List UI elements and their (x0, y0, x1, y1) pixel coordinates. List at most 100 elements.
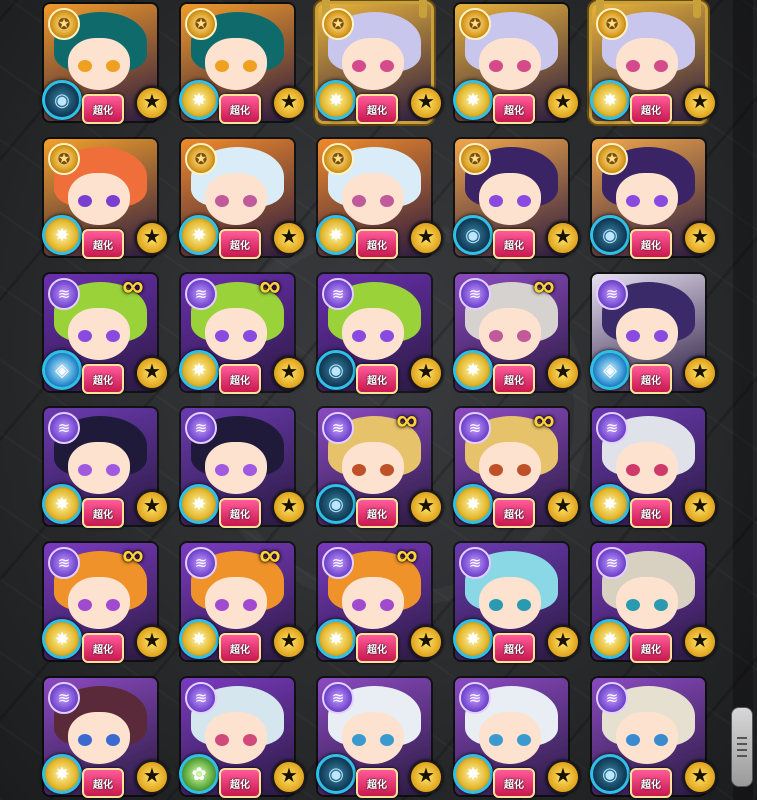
light-element-icon: ✸ (179, 619, 219, 659)
character-eye-left (489, 599, 503, 611)
light-element-icon: ✸ (590, 484, 630, 524)
character-card[interactable]: ≋ ∞ ◉ 超化 ★ (316, 404, 443, 528)
character-eye-right (106, 734, 120, 746)
link-icon: ∞ (533, 270, 555, 303)
character-card[interactable]: ≋ ✸ 超化 ★ (42, 678, 169, 798)
character-eye-left (215, 464, 229, 476)
character-eye-left (626, 734, 640, 746)
link-icon: ∞ (396, 539, 418, 572)
character-eye-right (517, 734, 531, 746)
character-eye-right (380, 330, 394, 342)
star-icon: ★ (272, 221, 306, 255)
star-icon: ★ (409, 625, 443, 659)
star-icon: ★ (683, 760, 717, 794)
character-card[interactable]: ≋ ∞ ✸ 超化 ★ (453, 270, 580, 394)
character-card[interactable]: ≋ ◉ 超化 ★ (316, 274, 443, 394)
character-card[interactable]: ✪ ✸ 超化 ★ (179, 4, 306, 124)
limit-break-badge: 超化 (219, 94, 261, 124)
character-card[interactable]: ✪ ✸ 超化 ★ (316, 0, 443, 124)
character-card[interactable]: ≋ ✸ 超化 ★ (453, 678, 580, 798)
limit-break-badge: 超化 (356, 94, 398, 124)
light-element-icon: ✸ (453, 619, 493, 659)
character-card[interactable]: ✪ ✸ 超化 ★ (316, 139, 443, 259)
character-card[interactable]: ≋ ✸ 超化 ★ (590, 408, 717, 528)
limit-break-badge: 超化 (630, 229, 672, 259)
character-eye-left (352, 330, 366, 342)
limit-break-badge: 超化 (493, 229, 535, 259)
character-card[interactable]: ✪ ✸ 超化 ★ (42, 139, 169, 259)
limit-break-badge: 超化 (82, 364, 124, 394)
character-card[interactable]: ≋ ✸ 超化 ★ (453, 543, 580, 663)
star-icon: ★ (135, 221, 169, 255)
star-icon: ★ (546, 490, 580, 524)
character-card[interactable]: ✪ ◉ 超化 ★ (590, 139, 717, 259)
limit-break-badge: 超化 (630, 633, 672, 663)
character-card[interactable]: ✪ ✸ 超化 ★ (453, 4, 580, 124)
character-eye-right (517, 330, 531, 342)
character-card[interactable]: ≋ ◈ 超化 ★ (590, 274, 717, 394)
link-icon: ∞ (259, 539, 281, 572)
character-eye-left (489, 195, 503, 207)
character-eye-left (78, 599, 92, 611)
character-card[interactable]: ≋ ∞ ✸ 超化 ★ (453, 404, 580, 528)
limit-break-badge: 超化 (493, 633, 535, 663)
limit-break-badge: 超化 (493, 498, 535, 528)
dark-element-icon: ◉ (590, 754, 630, 794)
star-icon: ★ (409, 356, 443, 390)
light-element-icon: ✸ (179, 215, 219, 255)
character-eye-right (380, 599, 394, 611)
character-card[interactable]: ✪ ✸ 超化 ★ (590, 0, 717, 124)
character-card[interactable]: ≋ ∞ ✸ 超化 ★ (179, 270, 306, 394)
medal-icon: ✪ (48, 8, 80, 40)
character-eye-right (654, 599, 668, 611)
limit-break-badge: 超化 (356, 633, 398, 663)
character-eye-right (517, 195, 531, 207)
limit-break-badge: 超化 (630, 768, 672, 798)
character-card[interactable]: ≋ ∞ ✸ 超化 ★ (179, 539, 306, 663)
star-icon: ★ (272, 760, 306, 794)
character-card[interactable]: ≋ ◉ 超化 ★ (590, 678, 717, 798)
character-eye-right (243, 195, 257, 207)
character-card[interactable]: ≋ ✸ 超化 ★ (42, 408, 169, 528)
character-card[interactable]: ✪ ✸ 超化 ★ (179, 139, 306, 259)
character-card[interactable]: ≋ ✿ 超化 ★ (179, 678, 306, 798)
character-card[interactable]: ≋ ∞ ✸ 超化 ★ (42, 539, 169, 663)
character-card[interactable]: ≋ ∞ ✸ 超化 ★ (316, 539, 443, 663)
character-card[interactable]: ≋ ∞ ◈ 超化 ★ (42, 270, 169, 394)
character-eye-left (352, 464, 366, 476)
star-icon: ★ (683, 221, 717, 255)
medal-icon: ✪ (185, 8, 217, 40)
swirl-icon: ≋ (185, 412, 217, 444)
character-card[interactable]: ✪ ◉ 超化 ★ (453, 139, 580, 259)
swirl-icon: ≋ (185, 547, 217, 579)
swirl-icon: ≋ (596, 278, 628, 310)
scrollbar-track[interactable] (733, 0, 753, 800)
character-eye-left (352, 734, 366, 746)
star-icon: ★ (546, 356, 580, 390)
swirl-icon: ≋ (322, 412, 354, 444)
swirl-icon: ≋ (185, 682, 217, 714)
character-eye-left (352, 195, 366, 207)
swirl-icon: ≋ (185, 278, 217, 310)
medal-icon: ✪ (322, 8, 354, 40)
star-icon: ★ (409, 86, 443, 120)
light-element-icon: ✸ (316, 215, 356, 255)
star-icon: ★ (409, 221, 443, 255)
character-eye-right (380, 60, 394, 72)
character-card[interactable]: ✪ ◉ 超化 ★ (42, 4, 169, 124)
character-card[interactable]: ≋ ✸ 超化 ★ (590, 543, 717, 663)
light-element-icon: ✸ (453, 80, 493, 120)
character-eye-right (517, 599, 531, 611)
scrollbar-thumb[interactable] (731, 707, 753, 787)
character-eye-left (489, 60, 503, 72)
character-card[interactable]: ≋ ✸ 超化 ★ (179, 408, 306, 528)
character-eye-right (106, 195, 120, 207)
link-icon: ∞ (259, 270, 281, 303)
limit-break-badge: 超化 (219, 768, 261, 798)
character-eye-right (243, 330, 257, 342)
light-element-icon: ✸ (453, 484, 493, 524)
character-eye-right (654, 734, 668, 746)
star-icon: ★ (272, 356, 306, 390)
gold-frame-horn-right (693, 0, 701, 18)
character-card[interactable]: ≋ ◉ 超化 ★ (316, 678, 443, 798)
